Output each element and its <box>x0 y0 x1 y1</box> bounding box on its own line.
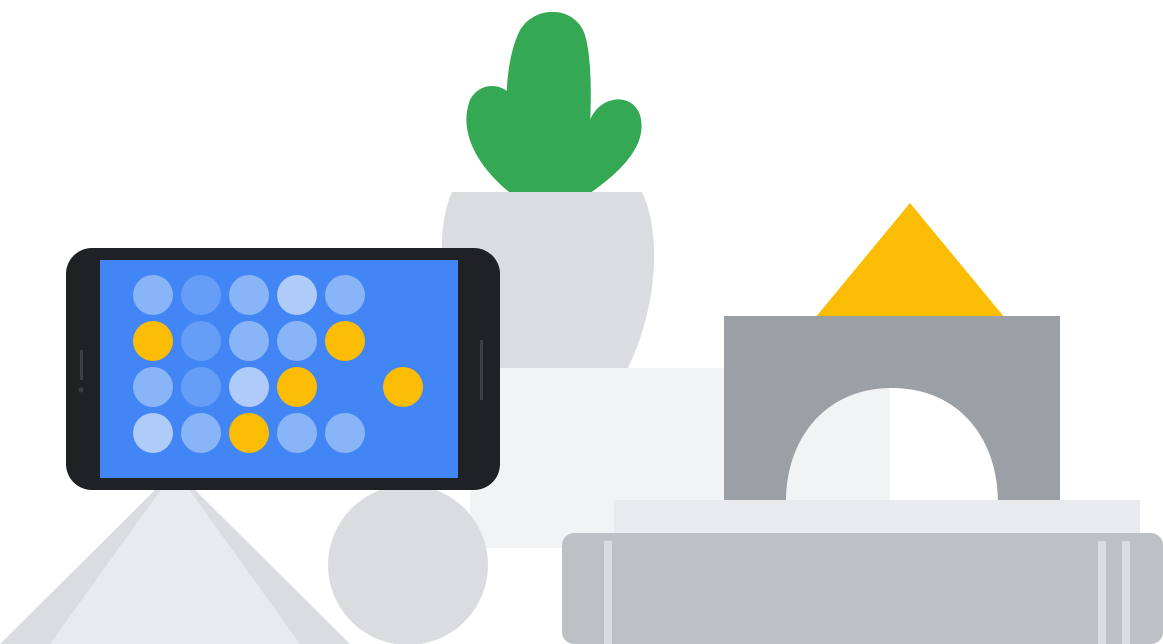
screen-dot <box>133 367 173 407</box>
screen-dot <box>181 367 221 407</box>
yellow-triangle-block <box>815 203 1005 318</box>
screen-dot <box>325 275 365 315</box>
screen-dot <box>325 321 365 361</box>
screen-dot <box>229 275 269 315</box>
screen-dot <box>133 413 173 453</box>
book-stack <box>562 500 1163 644</box>
screen-dot <box>229 321 269 361</box>
illustration-scene <box>0 11 1163 644</box>
screen-dot <box>133 275 173 315</box>
screen-dot <box>325 413 365 453</box>
stand-triangle <box>0 470 350 644</box>
screen-dot <box>277 367 317 407</box>
stand-sphere <box>328 485 488 644</box>
screen-dot <box>181 275 221 315</box>
screen-dot <box>277 275 317 315</box>
screen-dot <box>383 367 423 407</box>
arch-block <box>724 316 1060 502</box>
screen-dot <box>181 321 221 361</box>
plant-icon <box>466 11 642 200</box>
screen-dot <box>181 413 221 453</box>
screen-dot <box>229 413 269 453</box>
screen-dot <box>277 321 317 361</box>
screen-dot <box>133 321 173 361</box>
phone-icon <box>66 248 500 490</box>
screen-dot <box>229 367 269 407</box>
screen-dot <box>277 413 317 453</box>
